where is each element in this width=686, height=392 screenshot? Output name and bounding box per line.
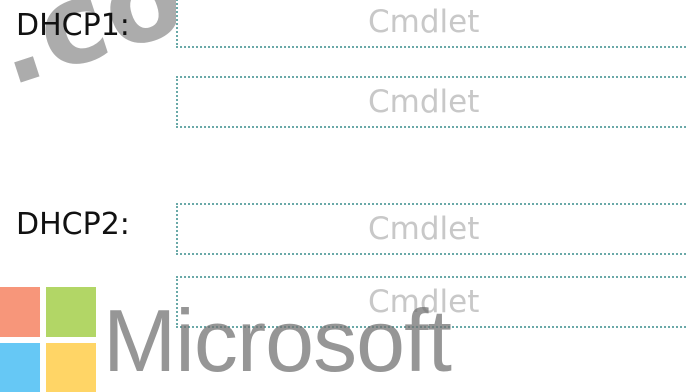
- logo-square-yellow: [46, 343, 96, 392]
- microsoft-logo-icon: [0, 287, 98, 392]
- logo-square-green: [46, 287, 96, 337]
- dhcp2-cmdlet-slot-1[interactable]: Cmdlet: [176, 203, 686, 255]
- slot-placeholder: Cmdlet: [368, 4, 480, 40]
- logo-square-blue: [0, 343, 40, 392]
- dhcp1-cmdlet-slot-1[interactable]: Cmdlet: [176, 0, 686, 48]
- logo-square-red: [0, 287, 40, 337]
- slot-placeholder: Cmdlet: [368, 284, 480, 320]
- slot-placeholder: Cmdlet: [368, 84, 480, 120]
- dhcp2-label: DHCP2:: [16, 207, 130, 242]
- dhcp2-cmdlet-slot-2[interactable]: Cmdlet: [176, 276, 686, 328]
- dhcp1-label: DHCP1:: [16, 8, 130, 43]
- dhcp1-cmdlet-slot-2[interactable]: Cmdlet: [176, 76, 686, 128]
- slot-placeholder: Cmdlet: [368, 211, 480, 247]
